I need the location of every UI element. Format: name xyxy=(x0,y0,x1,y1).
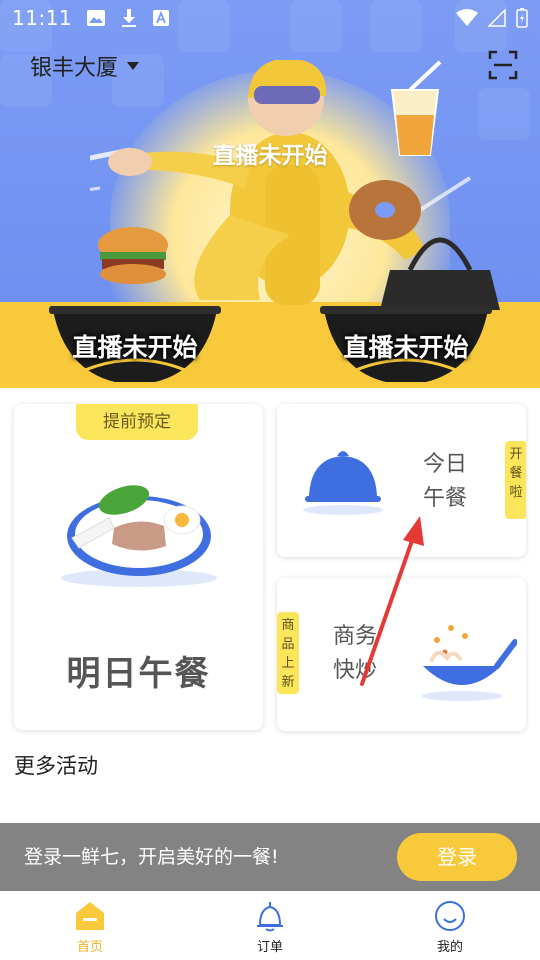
nav-item-orders[interactable]: 订单 xyxy=(180,891,360,960)
tomorrow-lunch-card[interactable]: 提前预定 明日午餐 xyxy=(14,404,263,730)
bowl-left: 直播未开始 xyxy=(45,300,225,386)
login-prompt-text: 登录一鲜七，开启美好的一餐! xyxy=(24,846,279,868)
wifi-icon xyxy=(456,9,478,26)
today-lunch-label: 今日 午餐 xyxy=(423,448,483,516)
live-status-right: 直播未开始 xyxy=(343,333,469,362)
opening-tag: 开餐啦 xyxy=(505,441,526,519)
business-stirfry-label: 商务 快炒 xyxy=(333,620,393,688)
nav-item-profile[interactable]: 我的 xyxy=(360,891,540,960)
status-time: 11:11 xyxy=(12,6,73,30)
new-items-tag: 商品上新 xyxy=(277,612,299,694)
nav-label-profile: 我的 xyxy=(436,940,463,955)
new-items-tag-text: 商品上新 xyxy=(281,618,295,690)
location-label: 银丰大厦 xyxy=(30,56,119,81)
tomorrow-lunch-label: 明日午餐 xyxy=(66,654,211,694)
more-activities-title: 更多活动 xyxy=(14,754,98,778)
login-prompt-bar: 登录一鲜七，开启美好的一餐! 登录 xyxy=(0,823,540,891)
nav-item-home[interactable]: 首页 xyxy=(0,891,180,960)
today-lunch-card[interactable]: 今日 午餐 开餐啦 xyxy=(277,404,526,557)
home-icon xyxy=(76,902,104,930)
caret-down-icon xyxy=(127,62,140,70)
food-plate-icon xyxy=(61,485,217,587)
bowl-right: 直播未开始 xyxy=(316,300,496,386)
smile-icon xyxy=(435,901,465,931)
live-status-main: 直播未开始 xyxy=(212,143,328,169)
download-icon xyxy=(122,9,137,27)
today-lunch-line1: 今日 xyxy=(423,452,468,477)
login-button[interactable]: 登录 xyxy=(397,833,517,881)
business-stirfry-line1: 商务 xyxy=(333,624,378,649)
status-bar: 11:11 xyxy=(0,0,540,36)
business-stirfry-line2: 快炒 xyxy=(333,658,378,683)
image-icon xyxy=(87,10,106,26)
location-selector[interactable]: 银丰大厦 xyxy=(30,50,140,82)
bottom-navigation: 首页 订单 我的 xyxy=(0,891,540,960)
nav-label-home: 首页 xyxy=(76,940,103,955)
signal-icon xyxy=(488,9,506,27)
bell-icon xyxy=(257,902,283,932)
wok-icon xyxy=(422,625,517,701)
preorder-tag: 提前预定 xyxy=(76,404,198,440)
business-stirfry-card[interactable]: 商品上新 商务 快炒 xyxy=(277,578,526,731)
scan-icon[interactable] xyxy=(488,50,518,80)
battery-icon xyxy=(516,8,528,28)
food-cloche-icon xyxy=(303,451,383,515)
live-status-left: 直播未开始 xyxy=(72,333,198,362)
opening-tag-text: 开餐啦 xyxy=(509,447,523,500)
font-a-icon xyxy=(153,10,170,26)
nav-label-orders: 订单 xyxy=(256,940,283,955)
today-lunch-line2: 午餐 xyxy=(423,486,468,511)
delivery-rider-illustration xyxy=(90,60,500,310)
